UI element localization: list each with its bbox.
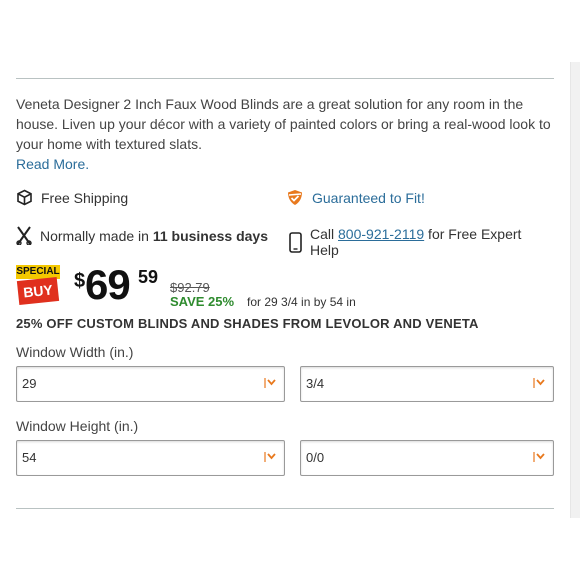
expert-help: Call 800-921-2119 for Free Expert Help bbox=[289, 226, 554, 258]
price-size-note: for 29 3/4 in by 54 in bbox=[247, 295, 356, 309]
window-height-label: Window Height (in.) bbox=[16, 418, 139, 434]
free-shipping-label: Free Shipping bbox=[41, 189, 129, 206]
window-width-label: Window Width (in.) bbox=[16, 344, 134, 360]
height-whole-select[interactable]: 54 bbox=[16, 440, 285, 476]
price-currency: $ bbox=[74, 270, 86, 292]
free-shipping: Free Shipping bbox=[16, 189, 128, 206]
guaranteed-fit-link[interactable]: Guaranteed to Fit! bbox=[312, 190, 425, 206]
guaranteed-fit[interactable]: Guaranteed to Fit! bbox=[286, 189, 425, 206]
buy-label: BUY bbox=[16, 276, 60, 306]
box-icon bbox=[17, 189, 32, 206]
width-whole-value: 29 bbox=[22, 376, 37, 391]
width-whole-select[interactable]: 29 bbox=[16, 366, 285, 402]
shield-icon bbox=[288, 190, 302, 205]
divider-bottom bbox=[16, 508, 554, 509]
original-price: $92.79 bbox=[170, 280, 210, 295]
width-fraction-select[interactable]: 3/4 bbox=[300, 366, 554, 402]
scrollbar[interactable] bbox=[570, 62, 580, 518]
phone-icon bbox=[289, 231, 302, 253]
height-whole-value: 54 bbox=[22, 450, 37, 465]
promo-banner: 25% OFF CUSTOM BLINDS AND SHADES FROM LE… bbox=[16, 316, 479, 331]
divider-top bbox=[16, 78, 554, 79]
height-fraction-value: 0/0 bbox=[306, 450, 325, 465]
width-fraction-value: 3/4 bbox=[306, 376, 325, 391]
read-more-link[interactable]: Read More. bbox=[16, 156, 89, 172]
call-prefix: Call bbox=[310, 226, 339, 242]
price-block: SPECIAL BUY $ 69 59 $92.79 SAVE 25% for … bbox=[16, 262, 556, 310]
phone-link[interactable]: 800-921-2119 bbox=[338, 226, 424, 242]
price-dollars: 69 bbox=[85, 261, 131, 308]
description-text: Veneta Designer 2 Inch Faux Wood Blinds … bbox=[16, 96, 551, 152]
made-days: 11 business days bbox=[152, 227, 269, 244]
made-prefix: Normally made in bbox=[40, 227, 153, 244]
chevron-down-icon bbox=[264, 378, 276, 388]
chevron-down-icon bbox=[533, 378, 545, 388]
tools-icon bbox=[16, 226, 32, 245]
height-fraction-select[interactable]: 0/0 bbox=[300, 440, 554, 476]
special-buy-badge: SPECIAL BUY bbox=[16, 265, 61, 306]
chevron-down-icon bbox=[264, 452, 276, 462]
price-cents: 59 bbox=[138, 267, 159, 287]
production-time: Normally made in 11 business days bbox=[16, 226, 268, 245]
chevron-down-icon bbox=[533, 452, 545, 462]
product-description: Veneta Designer 2 Inch Faux Wood Blinds … bbox=[16, 94, 556, 174]
save-percent: SAVE 25% bbox=[170, 294, 235, 309]
